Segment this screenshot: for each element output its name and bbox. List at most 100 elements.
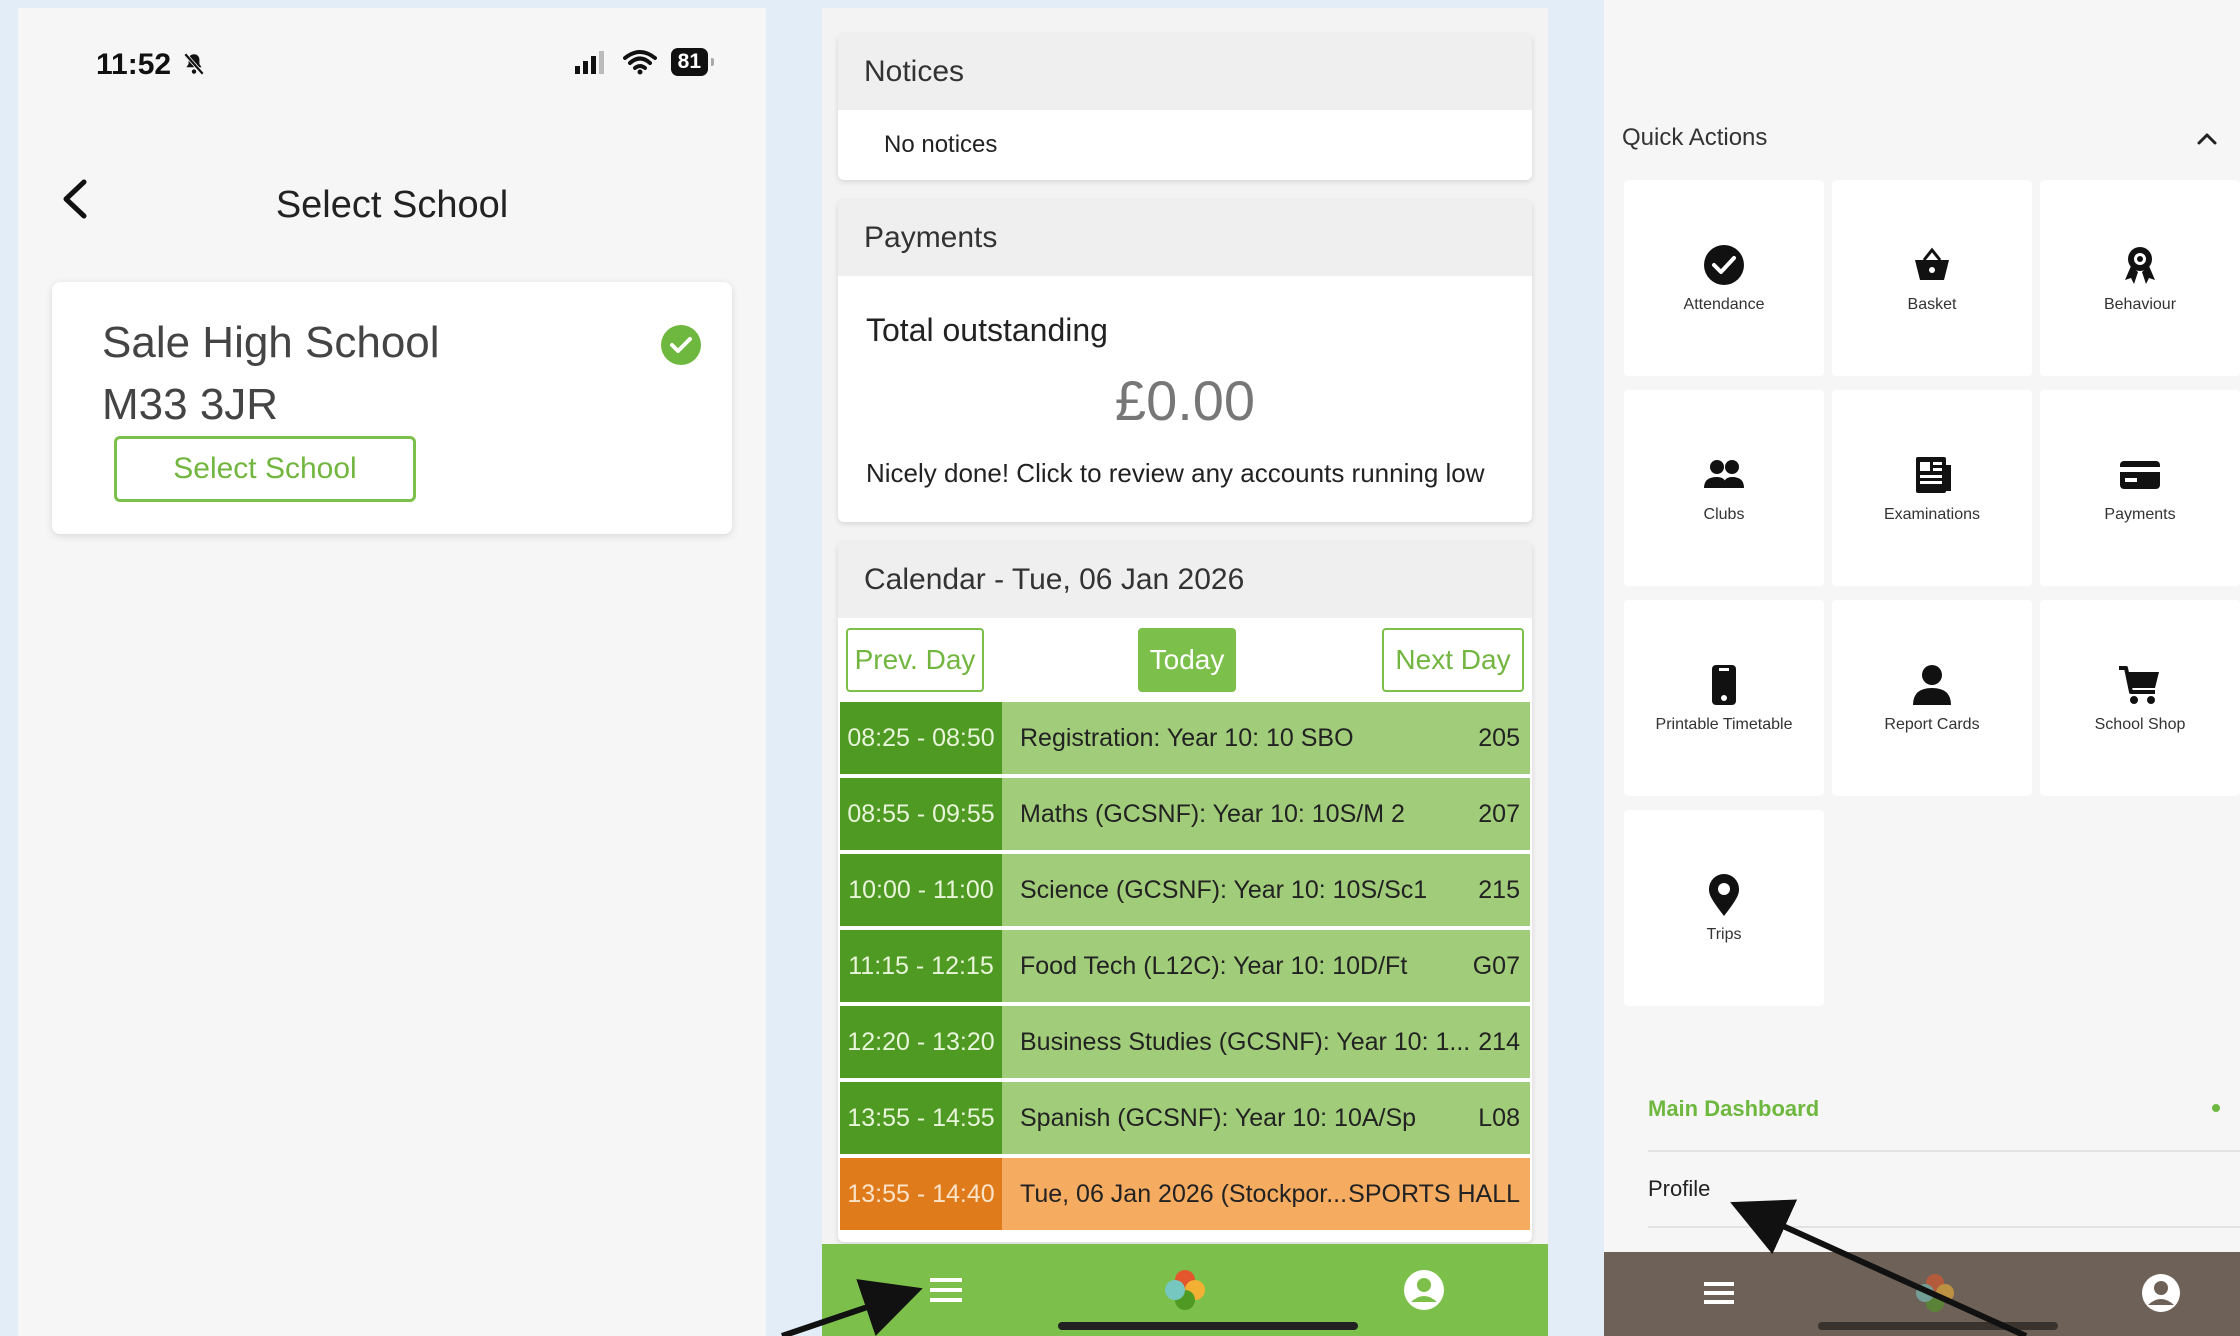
tile-trips[interactable]: Trips — [1624, 810, 1824, 1006]
calendar-row[interactable]: 08:25 - 08:50 Registration: Year 10: 10 … — [840, 702, 1530, 774]
calendar-row-room: 207 — [1478, 799, 1520, 828]
calendar-nav: Prev. Day Today Next Day — [846, 628, 1524, 692]
tile-printable-timetable[interactable]: Printable Timetable — [1624, 600, 1824, 796]
calendar-row-subject: Spanish (GCSNF): Year 10: 10A/Sp — [1020, 1103, 1417, 1132]
signal-icon — [574, 51, 604, 74]
profile-avatar-icon[interactable] — [1400, 1266, 1448, 1314]
notices-title: Notices — [838, 34, 1532, 110]
next-day-button[interactable]: Next Day — [1382, 628, 1524, 692]
tile-label: School Shop — [2094, 716, 2186, 733]
calendar-row-room: 205 — [1478, 723, 1520, 752]
select-school-screen: 11:52 81 Select School Sale High School … — [18, 8, 766, 1336]
tile-label: Examinations — [1883, 506, 1981, 523]
check-circle-icon — [1704, 245, 1744, 285]
school-name: Sale High School — [102, 318, 440, 367]
calendar-row-time: 13:55 - 14:40 — [840, 1158, 1002, 1230]
chevron-up-icon[interactable] — [2192, 124, 2222, 154]
tile-label: Payments — [2104, 506, 2176, 523]
calendar-row-room: L08 — [1478, 1103, 1520, 1132]
menu-main-dashboard[interactable]: Main Dashboard — [1648, 1096, 1819, 1122]
screenshot-composite: 11:52 81 Select School Sale High School … — [0, 0, 2240, 1336]
home-indicator — [1058, 1322, 1358, 1330]
school-postcode: M33 3JR — [102, 380, 279, 429]
tile-label: Attendance — [1683, 296, 1765, 313]
cart-icon — [2119, 666, 2159, 704]
hamburger-menu-icon[interactable] — [1696, 1270, 1742, 1316]
status-icons: 81 — [574, 48, 715, 76]
menu-profile[interactable]: Profile — [1648, 1176, 1710, 1202]
page-title: Select School — [275, 184, 509, 226]
calendar-card: Calendar - Tue, 06 Jan 2026 Prev. Day To… — [838, 542, 1532, 1242]
calendar-row-subject: Registration: Year 10: 10 SBO — [1020, 723, 1354, 752]
bell-muted-icon — [184, 52, 205, 76]
calendar-title: Calendar - Tue, 06 Jan 2026 — [838, 542, 1532, 618]
quick-actions-screen: Quick Actions Attendance Basket Behaviou… — [1604, 0, 2240, 1336]
select-school-button[interactable]: Select School — [114, 436, 416, 502]
wifi-icon — [622, 50, 657, 75]
status-time: 11:52 — [96, 48, 207, 82]
calendar-row[interactable]: 11:15 - 12:15 Food Tech (L12C): Year 10:… — [840, 930, 1530, 1002]
prev-day-button[interactable]: Prev. Day — [846, 628, 984, 692]
calendar-row[interactable]: 12:20 - 13:20 Business Studies (GCSNF): … — [840, 1006, 1530, 1078]
tile-report-cards[interactable]: Report Cards — [1832, 600, 2032, 796]
tile-label: Behaviour — [2103, 296, 2177, 313]
map-pin-icon — [1709, 874, 1739, 916]
tile-label: Trips — [1706, 926, 1742, 943]
divider — [1648, 1226, 2240, 1228]
selected-check-icon — [661, 325, 701, 365]
calendar-row-subject: Science (GCSNF): Year 10: 10S/Sc1 — [1020, 875, 1428, 904]
notices-body: No notices — [884, 131, 998, 158]
tile-basket[interactable]: Basket — [1832, 180, 2032, 376]
calendar-row[interactable]: 08:55 - 09:55 Maths (GCSNF): Year 10: 10… — [840, 778, 1530, 850]
app-logo-icon[interactable] — [1912, 1270, 1958, 1316]
calendar-row-time: 08:55 - 09:55 — [840, 778, 1002, 850]
payments-note[interactable]: Nicely done! Click to review any account… — [866, 458, 1485, 489]
tile-clubs[interactable]: Clubs — [1624, 390, 1824, 586]
calendar-row[interactable]: 10:00 - 11:00 Science (GCSNF): Year 10: … — [840, 854, 1530, 926]
calendar-row-room: SPORTS HALL — [1348, 1179, 1520, 1208]
calendar-row-time: 13:55 - 14:55 — [840, 1082, 1002, 1154]
tile-label: Basket — [1907, 296, 1957, 313]
newspaper-icon — [1916, 457, 1951, 493]
calendar-row-time: 12:20 - 13:20 — [840, 1006, 1002, 1078]
payments-card[interactable]: Payments Total outstanding £0.00 Nicely … — [838, 200, 1532, 522]
tile-payments[interactable]: Payments — [2040, 390, 2240, 586]
people-icon — [1704, 460, 1744, 488]
dashboard-screen: Notices No notices Payments Total outsta… — [822, 8, 1548, 1336]
tile-behaviour[interactable]: Behaviour — [2040, 180, 2240, 376]
tile-attendance[interactable]: Attendance — [1624, 180, 1824, 376]
calendar-row[interactable]: 13:55 - 14:55 Spanish (GCSNF): Year 10: … — [840, 1082, 1530, 1154]
divider — [1648, 1150, 2240, 1152]
card-icon — [2120, 461, 2160, 489]
profile-avatar-icon[interactable] — [2138, 1270, 2184, 1316]
phone-icon — [1712, 665, 1736, 705]
calendar-row-subject: Tue, 06 Jan 2026 (Stockpor... — [1020, 1179, 1348, 1208]
calendar-row-subject: Maths (GCSNF): Year 10: 10S/M 2 — [1020, 799, 1405, 828]
person-icon — [1913, 665, 1951, 705]
notices-card: Notices No notices — [838, 34, 1532, 180]
tile-label: Report Cards — [1884, 716, 1980, 733]
status-time-text: 11:52 — [96, 48, 172, 81]
active-indicator-dot — [2212, 1104, 2220, 1112]
calendar-row-subject: Food Tech (L12C): Year 10: 10D/Ft — [1020, 951, 1408, 980]
calendar-row-room: G07 — [1472, 951, 1520, 980]
bottom-nav-bar — [1604, 1252, 2240, 1336]
hamburger-menu-icon[interactable] — [922, 1266, 970, 1314]
calendar-event-row[interactable]: 13:55 - 14:40 Tue, 06 Jan 2026 (Stockpor… — [840, 1158, 1530, 1230]
bottom-nav-bar — [822, 1244, 1548, 1336]
payments-title: Payments — [838, 200, 1532, 276]
total-outstanding-label: Total outstanding — [866, 312, 1108, 348]
calendar-row-time: 08:25 - 08:50 — [840, 702, 1002, 774]
school-card: Sale High School M33 3JR Select School — [52, 282, 732, 534]
app-logo-icon[interactable] — [1161, 1266, 1209, 1314]
tile-examinations[interactable]: Examinations — [1832, 390, 2032, 586]
quick-actions-title: Quick Actions — [1622, 124, 1768, 151]
calendar-row-room: 215 — [1478, 875, 1520, 904]
award-icon — [2125, 247, 2155, 284]
today-button[interactable]: Today — [1138, 628, 1236, 692]
tile-label: Clubs — [1703, 506, 1745, 523]
total-outstanding-amount: £0.00 — [1114, 369, 1256, 432]
tile-school-shop[interactable]: School Shop — [2040, 600, 2240, 796]
tile-label: Printable Timetable — [1655, 716, 1793, 733]
calendar-row-time: 10:00 - 11:00 — [840, 854, 1002, 926]
